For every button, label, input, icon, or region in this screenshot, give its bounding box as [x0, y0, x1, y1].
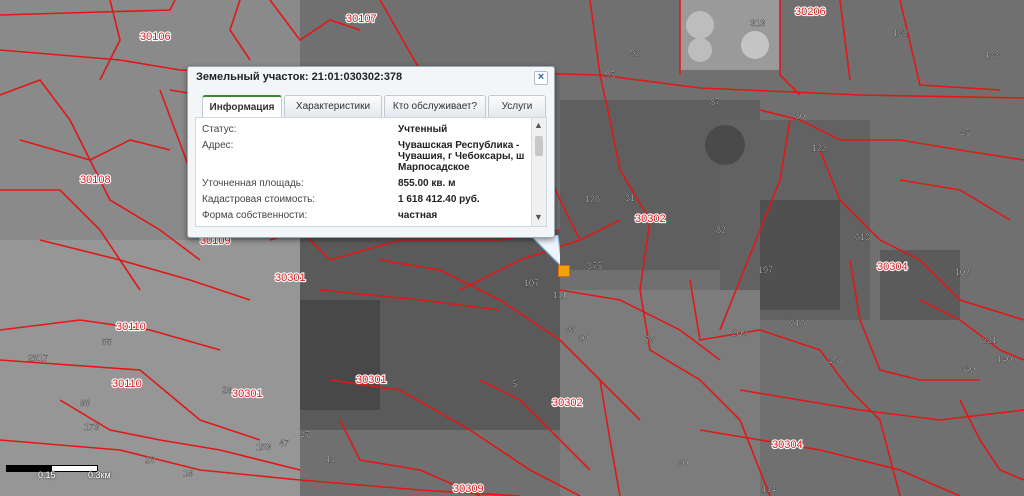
parcel-label: 30: [678, 458, 688, 468]
parcel-label: 107: [524, 278, 539, 288]
block-label: 30302: [635, 213, 666, 225]
block-label: 30302: [552, 397, 583, 409]
parcel-label: 173: [84, 422, 99, 432]
block-label: 30108: [80, 174, 111, 186]
tab-information[interactable]: Информация: [202, 95, 282, 119]
block-label: 30110: [116, 321, 146, 333]
parcel-label: 96: [565, 324, 575, 334]
popup-pointer: [529, 235, 560, 266]
parcel-info-popup: Земельный участок: 21:01:030302:378 × Ин…: [187, 66, 555, 238]
block-label: 30107: [346, 13, 377, 25]
parcel-label: 126: [585, 194, 600, 204]
area-value: 855.00 кв. м: [398, 178, 456, 189]
scale-mid-label: 0.15: [38, 470, 56, 480]
parcel-label: 20: [145, 455, 155, 465]
parcel-label: 80: [795, 111, 805, 121]
parcel-label: 11: [326, 454, 335, 464]
ownership-label: Форма собственности:: [202, 210, 308, 221]
chevron-up-icon[interactable]: ▲: [534, 120, 543, 130]
parcel-label: 82: [716, 225, 726, 235]
parcel-label: 20: [578, 333, 588, 343]
parcel-label: 5: [512, 379, 517, 389]
cadastral-value-label: Кадастровая стоимость:: [202, 194, 316, 205]
parcel-label: 45: [960, 128, 970, 138]
parcel-label: 613: [855, 232, 870, 242]
parcel-label: 76: [645, 335, 655, 345]
status-label: Статус:: [202, 124, 237, 135]
parcel-label: 92: [630, 48, 640, 58]
close-icon[interactable]: ×: [534, 71, 548, 85]
parcel-label: 209: [732, 328, 747, 338]
parcel-label: 197: [758, 265, 773, 275]
chevron-down-icon[interactable]: ▼: [534, 212, 543, 222]
block-label: 30106: [140, 31, 171, 43]
block-label: 30301: [356, 374, 387, 386]
popup-title: Земельный участок: 21:01:030302:378: [196, 71, 403, 83]
tab-services[interactable]: Услуги: [488, 95, 546, 118]
block-label: 30304: [877, 261, 908, 273]
scale-bar: 0.15 0.3км: [4, 461, 114, 481]
parcel-label: 98: [80, 398, 90, 408]
status-value: Учтенный: [398, 124, 448, 135]
tab-who-serves[interactable]: Кто обслуживает?: [384, 95, 486, 118]
parcel-label: 55: [102, 337, 112, 347]
parcel-label: 95: [605, 70, 615, 80]
parcel-label: 640: [960, 364, 975, 374]
parcel-label: 2817: [28, 353, 48, 363]
block-label: 30110: [112, 378, 142, 390]
cadastral-value: 1 618 412.40 руб.: [398, 194, 480, 205]
parcel-label: 498: [828, 356, 843, 366]
parcel-label: 153: [256, 442, 271, 452]
block-label: 30206: [795, 6, 826, 18]
block-label: 30301: [232, 388, 263, 400]
scale-end-label: 0.3км: [88, 470, 111, 480]
parcel-label: 47: [279, 438, 289, 448]
parcel-label: 221: [982, 335, 997, 345]
parcel-label: 47: [300, 430, 310, 440]
parcel-label: 140: [997, 354, 1012, 364]
tab-characteristics[interactable]: Характеристики: [284, 95, 382, 118]
parcel-label: 313: [750, 18, 765, 28]
parcel-label: 114: [762, 484, 776, 494]
parcel-label: 616: [790, 318, 805, 328]
ownership-value: частная: [398, 210, 438, 221]
info-panel: Статус: Учтенный Адрес: Чувашская Респуб…: [195, 117, 547, 227]
parcel-label: 122: [812, 143, 827, 153]
parcel-label: 111: [553, 290, 567, 300]
block-label: 30301: [275, 272, 306, 284]
parcel-label: 19: [183, 468, 193, 478]
area-label: Уточненная площадь:: [202, 178, 304, 189]
address-value: Чувашская Республика - Чувашия, г Чебокс…: [398, 140, 525, 173]
scrollbar-thumb[interactable]: [535, 136, 543, 156]
parcel-label: 87: [710, 97, 720, 107]
parcel-label: 132: [893, 28, 908, 38]
parcel-label: 31: [625, 193, 635, 203]
panel-scrollbar[interactable]: ▲ ▼: [531, 118, 546, 226]
address-label: Адрес:: [202, 140, 234, 151]
parcel-label: 133: [985, 50, 1000, 60]
block-label: 30309: [453, 483, 484, 495]
parcel-label: 102: [955, 267, 970, 277]
parcel-label: 29: [222, 385, 232, 395]
block-label: 30304: [772, 439, 803, 451]
parcel-label: 375: [587, 261, 602, 271]
